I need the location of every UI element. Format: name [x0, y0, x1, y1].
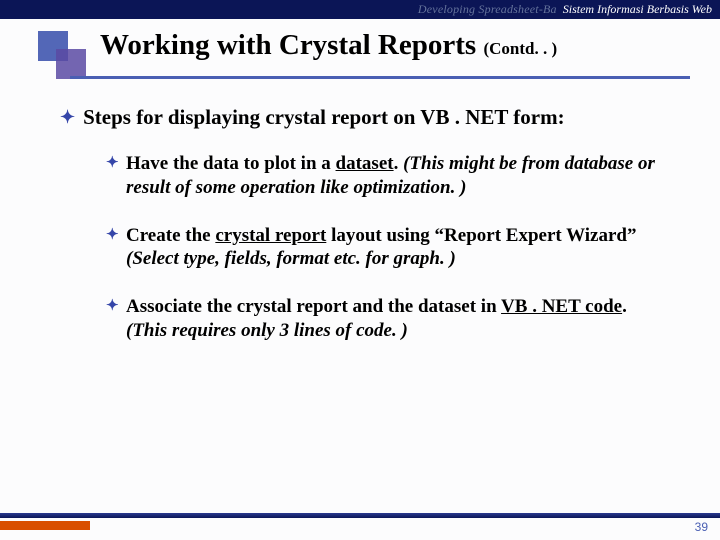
page-number: 39: [695, 520, 708, 534]
slide-title: Working with Crystal Reports (Contd. . ): [100, 29, 557, 62]
footer-accent-bar: [0, 521, 90, 530]
header-course-label: Sistem Informasi Berbasis Web: [563, 2, 712, 17]
star-icon: ✦: [106, 154, 119, 173]
lead-text: Steps for displaying crystal report on V…: [83, 105, 564, 130]
header-bar: Developing Spreadsheet-Ba Sistem Informa…: [0, 0, 720, 19]
list-item: ✦ Have the data to plot in a dataset. (T…: [106, 152, 670, 200]
title-main: Working with Crystal Reports: [100, 29, 483, 61]
header-faded-text: Developing Spreadsheet-Ba: [418, 2, 557, 17]
lead-bullet: ✦ Steps for displaying crystal report on…: [60, 105, 670, 130]
title-block: Working with Crystal Reports (Contd. . ): [0, 19, 720, 87]
sub-bullet-list: ✦ Have the data to plot in a dataset. (T…: [60, 152, 670, 343]
content-area: ✦ Steps for displaying crystal report on…: [0, 87, 720, 343]
title-underline: [70, 76, 690, 79]
star-icon: ✦: [106, 297, 119, 316]
decor-square-purple: [56, 49, 86, 79]
footer-divider: [0, 513, 720, 518]
star-icon: ✦: [60, 105, 75, 129]
title-suffix: (Contd. . ): [483, 39, 557, 58]
list-item: ✦ Create the crystal report layout using…: [106, 224, 670, 272]
list-item: ✦ Associate the crystal report and the d…: [106, 295, 670, 343]
star-icon: ✦: [106, 226, 119, 245]
